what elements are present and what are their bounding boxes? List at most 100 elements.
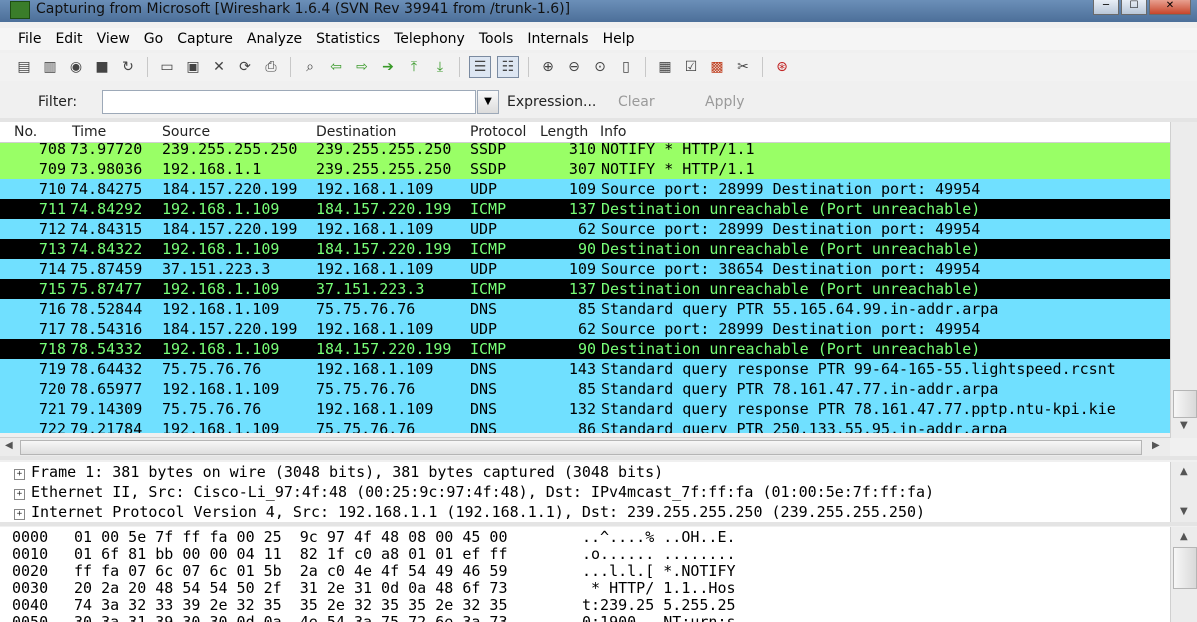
menu-go[interactable]: Go	[140, 28, 167, 50]
scroll-up-icon[interactable]: ▲	[1180, 466, 1188, 477]
preferences-icon[interactable]: ✂	[733, 57, 753, 77]
last-packet-icon[interactable]: ⤓	[430, 57, 450, 77]
packet-row[interactable]: 708 73.97720 239.255.255.250 239.255.255.25…	[0, 143, 1170, 159]
zoom-out-icon[interactable]: ⊖	[564, 57, 584, 77]
first-packet-icon[interactable]: ⤒	[404, 57, 424, 77]
capture-filters-icon[interactable]: ▦	[655, 57, 675, 77]
interfaces-icon[interactable]: ▤	[14, 57, 34, 77]
detail-tree-item[interactable]: + Internet Protocol Version 4, Src: 192.1…	[14, 502, 925, 522]
scroll-down-icon[interactable]: ▼	[1180, 420, 1188, 431]
normal-size-icon[interactable]: ⊙	[590, 57, 610, 77]
pane-divider[interactable]	[0, 522, 1197, 526]
go-to-packet-icon[interactable]: ➔	[378, 57, 398, 77]
menu-telephony[interactable]: Telephony	[390, 28, 469, 50]
scroll-right-icon[interactable]: ▶	[1152, 440, 1160, 451]
bytes-vertical-scrollbar[interactable]: ▲	[1170, 527, 1197, 622]
packet-row[interactable]: 716 78.52844 192.168.1.109 75.75.76.76 DNS 85…	[0, 299, 1170, 319]
close-button[interactable]: ✕	[1149, 0, 1191, 15]
pane-divider[interactable]	[0, 456, 1197, 460]
packet-source: 192.168.1.109	[162, 240, 280, 258]
expand-plus-icon[interactable]: +	[14, 489, 25, 500]
column-header-source[interactable]: Source	[162, 124, 210, 140]
filter-input[interactable]	[102, 90, 476, 114]
find-icon[interactable]: ⌕	[300, 57, 320, 77]
details-vertical-scrollbar[interactable]: ▲ ▼	[1170, 462, 1197, 522]
scrollbar-thumb[interactable]	[1173, 390, 1197, 418]
scrollbar-thumb[interactable]	[1173, 547, 1197, 589]
restart-capture-icon[interactable]: ↻	[118, 57, 138, 77]
column-header-protocol[interactable]: Protocol	[470, 124, 526, 140]
options-icon[interactable]: ▥	[40, 57, 60, 77]
auto-scroll-icon[interactable]: ☷	[497, 56, 519, 78]
coloring-rules-icon[interactable]: ▩	[707, 57, 727, 77]
scroll-down-icon[interactable]: ▼	[1180, 506, 1188, 517]
help-icon[interactable]: ⊛	[772, 57, 792, 77]
menu-analyze[interactable]: Analyze	[243, 28, 306, 50]
packet-row[interactable]: 721 79.14309 75.75.76.76 192.168.1.109 DNS 13…	[0, 399, 1170, 419]
packet-protocol: DNS	[470, 360, 498, 378]
expand-plus-icon[interactable]: +	[14, 509, 25, 520]
close-file-icon[interactable]: ✕	[209, 57, 229, 77]
back-icon[interactable]: ⇦	[326, 57, 346, 77]
packet-protocol: SSDP	[470, 143, 507, 158]
reload-icon[interactable]: ⟳	[235, 57, 255, 77]
maximize-button[interactable]: ☐	[1121, 0, 1147, 15]
minimize-button[interactable]: ─	[1093, 0, 1119, 15]
apply-button[interactable]: Apply	[705, 94, 745, 110]
filter-dropdown-button[interactable]: ▼	[477, 90, 499, 114]
print-icon[interactable]: ⎙	[261, 57, 281, 77]
menu-edit[interactable]: Edit	[51, 28, 86, 50]
packet-protocol: UDP	[470, 260, 498, 278]
scroll-left-icon[interactable]: ◀	[5, 440, 13, 451]
scroll-up-icon[interactable]: ▲	[1180, 531, 1188, 542]
column-header-length[interactable]: Length	[540, 124, 588, 140]
packet-row[interactable]: 714 75.87459 37.151.223.3 192.168.1.109 UDP 1…	[0, 259, 1170, 279]
expand-plus-icon[interactable]: +	[14, 469, 25, 480]
packet-row[interactable]: 717 78.54316 184.157.220.199 192.168.1.109 U…	[0, 319, 1170, 339]
packet-row[interactable]: 713 74.84322 192.168.1.109 184.157.220.199 I…	[0, 239, 1170, 259]
forward-icon[interactable]: ⇨	[352, 57, 372, 77]
packet-source: 192.168.1.109	[162, 380, 280, 398]
packet-row[interactable]: 719 78.64432 75.75.76.76 192.168.1.109 DNS 14…	[0, 359, 1170, 379]
packet-row[interactable]: 711 74.84292 192.168.1.109 184.157.220.199 I…	[0, 199, 1170, 219]
scrollbar-thumb[interactable]	[20, 440, 1142, 455]
packet-time: 74.84275	[70, 180, 143, 198]
packet-info: Source port: 28999 Destination port: 499…	[601, 220, 981, 238]
column-header-no[interactable]: No.	[14, 124, 37, 140]
packet-row[interactable]: 710 74.84275 184.157.220.199 192.168.1.109 U…	[0, 179, 1170, 199]
display-filters-icon[interactable]: ☑	[681, 57, 701, 77]
column-header-time[interactable]: Time	[72, 124, 106, 140]
stop-capture-icon[interactable]: ■	[92, 57, 112, 77]
menu-capture[interactable]: Capture	[173, 28, 237, 50]
column-header-destination[interactable]: Destination	[316, 124, 396, 140]
menu-file[interactable]: File	[14, 28, 45, 50]
menu-internals[interactable]: Internals	[523, 28, 592, 50]
menu-tools[interactable]: Tools	[475, 28, 518, 50]
menu-statistics[interactable]: Statistics	[312, 28, 384, 50]
menu-view[interactable]: View	[93, 28, 134, 50]
colorize-icon[interactable]: ☰	[469, 56, 491, 78]
hex-bytes: 01 00 5e 7f ff fa 00 25 9c 97 4f 48 08 0…	[74, 528, 508, 546]
packet-source: 192.168.1.109	[162, 420, 280, 433]
zoom-in-icon[interactable]: ⊕	[538, 57, 558, 77]
open-icon[interactable]: ▭	[157, 57, 177, 77]
packet-list-vertical-scrollbar[interactable]: ▼	[1170, 122, 1197, 438]
detail-tree-item[interactable]: + Ethernet II, Src: Cisco-Li_97:4f:48 (00…	[14, 482, 934, 502]
save-icon[interactable]: ▣	[183, 57, 203, 77]
clear-button[interactable]: Clear	[618, 94, 655, 110]
start-capture-icon[interactable]: ◉	[66, 57, 86, 77]
packet-row[interactable]: 722 79.21784 192.168.1.109 75.75.76.76 DNS 86…	[0, 419, 1170, 433]
packet-no: 714	[38, 260, 66, 278]
resize-columns-icon[interactable]: ▯	[616, 57, 636, 77]
column-header-info[interactable]: Info	[600, 124, 627, 140]
packet-time: 73.98036	[70, 160, 143, 178]
packet-row[interactable]: 709 73.98036 192.168.1.1 239.255.255.250 SSD…	[0, 159, 1170, 179]
packet-row[interactable]: 720 78.65977 192.168.1.109 75.75.76.76 DNS 85…	[0, 379, 1170, 399]
packet-row[interactable]: 715 75.87477 192.168.1.109 37.151.223.3 ICMP…	[0, 279, 1170, 299]
packet-list-horizontal-scrollbar[interactable]: ◀ ▶	[0, 437, 1170, 457]
expression-button[interactable]: Expression...	[507, 94, 596, 110]
packet-row[interactable]: 712 74.84315 184.157.220.199 192.168.1.109 U…	[0, 219, 1170, 239]
detail-tree-item[interactable]: + Frame 1: 381 bytes on wire (3048 bits),…	[14, 462, 663, 482]
menu-help[interactable]: Help	[599, 28, 639, 50]
packet-row[interactable]: 718 78.54332 192.168.1.109 184.157.220.199 I…	[0, 339, 1170, 359]
